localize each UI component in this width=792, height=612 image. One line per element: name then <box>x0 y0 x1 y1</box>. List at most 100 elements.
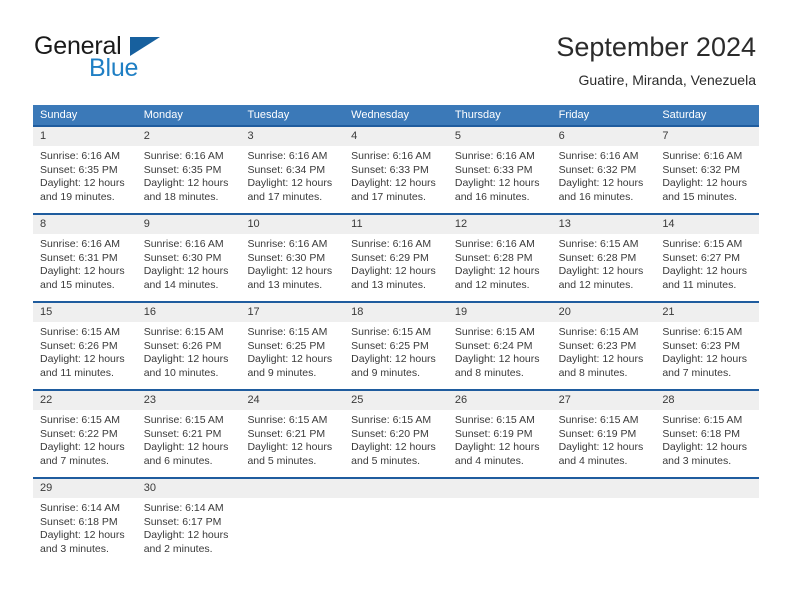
sunset-text: Sunset: 6:25 PM <box>247 339 326 352</box>
day-details: Sunrise: 6:15 AM Sunset: 6:26 PM Dayligh… <box>33 322 137 379</box>
day-number: 23 <box>136 391 241 410</box>
day-number: 26 <box>447 391 552 410</box>
day-details: Sunrise: 6:15 AM Sunset: 6:21 PM Dayligh… <box>137 410 241 467</box>
daylight-text-line2: and 16 minutes. <box>454 190 530 203</box>
day-number: 25 <box>344 391 448 410</box>
daylight-text-line1: Daylight: 12 hours <box>40 353 125 366</box>
day-details: Sunrise: 6:15 AM Sunset: 6:18 PM Dayligh… <box>655 410 759 467</box>
day-cell[interactable]: 27 Sunrise: 6:15 AM Sunset: 6:19 PM Dayl… <box>551 391 656 467</box>
weekday-thursday: Thursday <box>454 109 501 121</box>
general-blue-logo[interactable]: General Blue <box>34 32 234 88</box>
sunset-text: Sunset: 6:25 PM <box>351 339 429 352</box>
sunrise-text: Sunrise: 6:16 AM <box>662 150 743 162</box>
day-number: 3 <box>240 127 345 146</box>
day-details: Sunrise: 6:15 AM Sunset: 6:23 PM Dayligh… <box>655 322 759 379</box>
daylight-text-line1: Daylight: 12 hours <box>351 265 436 278</box>
day-cell[interactable]: 25 Sunrise: 6:15 AM Sunset: 6:20 PM Dayl… <box>344 391 448 467</box>
daylight-text-line2: and 11 minutes. <box>40 366 114 379</box>
day-cell[interactable]: 28 Sunrise: 6:15 AM Sunset: 6:18 PM Dayl… <box>655 391 760 467</box>
day-number <box>655 479 760 498</box>
day-cell[interactable]: 1 Sunrise: 6:16 AM Sunset: 6:35 PM Dayli… <box>33 127 137 203</box>
day-number: 21 <box>655 303 760 322</box>
daylight-text-line1: Daylight: 12 hours <box>662 265 747 278</box>
sunset-text: Sunset: 6:19 PM <box>558 427 637 440</box>
day-details: Sunrise: 6:16 AM Sunset: 6:29 PM Dayligh… <box>344 234 448 291</box>
sunset-text: Sunset: 6:28 PM <box>454 251 533 264</box>
day-cell[interactable]: 23 Sunrise: 6:15 AM Sunset: 6:21 PM Dayl… <box>136 391 241 467</box>
day-cell-empty <box>240 479 345 553</box>
day-number: 13 <box>551 215 656 234</box>
week-row: 8 Sunrise: 6:16 AM Sunset: 6:31 PM Dayli… <box>33 213 760 291</box>
day-number: 2 <box>136 127 241 146</box>
day-cell[interactable]: 18 Sunrise: 6:15 AM Sunset: 6:25 PM Dayl… <box>344 303 448 379</box>
day-cell[interactable]: 22 Sunrise: 6:15 AM Sunset: 6:22 PM Dayl… <box>33 391 137 467</box>
sunset-text: Sunset: 6:32 PM <box>558 163 637 176</box>
day-cell[interactable]: 29 Sunrise: 6:14 AM Sunset: 6:18 PM Dayl… <box>33 479 137 555</box>
day-cell[interactable]: 4 Sunrise: 6:16 AM Sunset: 6:33 PM Dayli… <box>344 127 448 203</box>
day-cell[interactable]: 12 Sunrise: 6:16 AM Sunset: 6:28 PM Dayl… <box>447 215 552 291</box>
day-cell[interactable]: 26 Sunrise: 6:15 AM Sunset: 6:19 PM Dayl… <box>447 391 552 467</box>
day-cell[interactable]: 14 Sunrise: 6:15 AM Sunset: 6:27 PM Dayl… <box>655 215 760 291</box>
day-cell[interactable]: 24 Sunrise: 6:15 AM Sunset: 6:21 PM Dayl… <box>240 391 345 467</box>
day-cell[interactable]: 20 Sunrise: 6:15 AM Sunset: 6:23 PM Dayl… <box>551 303 656 379</box>
sunset-text: Sunset: 6:26 PM <box>143 339 222 352</box>
daylight-text-line2: and 18 minutes. <box>143 190 219 203</box>
day-cell[interactable]: 3 Sunrise: 6:16 AM Sunset: 6:34 PM Dayli… <box>240 127 345 203</box>
daylight-text-line1: Daylight: 12 hours <box>351 177 436 190</box>
day-details: Sunrise: 6:16 AM Sunset: 6:32 PM Dayligh… <box>655 146 759 203</box>
day-cell[interactable]: 5 Sunrise: 6:16 AM Sunset: 6:33 PM Dayli… <box>447 127 552 203</box>
sunset-text: Sunset: 6:29 PM <box>351 251 429 264</box>
sunset-text: Sunset: 6:33 PM <box>454 163 533 176</box>
day-cell-empty <box>447 479 552 553</box>
sunrise-text: Sunrise: 6:15 AM <box>558 326 639 338</box>
sunrise-text: Sunrise: 6:15 AM <box>40 414 120 426</box>
sunrise-text: Sunrise: 6:15 AM <box>143 414 224 426</box>
page-title: September 2024 <box>556 32 756 62</box>
day-cell-empty <box>551 479 656 553</box>
day-number: 22 <box>33 391 137 410</box>
week-row: 29 Sunrise: 6:14 AM Sunset: 6:18 PM Dayl… <box>33 477 760 555</box>
sunrise-text: Sunrise: 6:15 AM <box>40 326 120 338</box>
sunset-text: Sunset: 6:26 PM <box>40 339 118 352</box>
day-cell[interactable]: 9 Sunrise: 6:16 AM Sunset: 6:30 PM Dayli… <box>136 215 241 291</box>
day-cell[interactable]: 10 Sunrise: 6:16 AM Sunset: 6:30 PM Dayl… <box>240 215 345 291</box>
day-cell[interactable]: 21 Sunrise: 6:15 AM Sunset: 6:23 PM Dayl… <box>655 303 760 379</box>
day-cell[interactable]: 19 Sunrise: 6:15 AM Sunset: 6:24 PM Dayl… <box>447 303 552 379</box>
sunset-text: Sunset: 6:35 PM <box>143 163 222 176</box>
week-row: 22 Sunrise: 6:15 AM Sunset: 6:22 PM Dayl… <box>33 389 760 467</box>
day-cell[interactable]: 6 Sunrise: 6:16 AM Sunset: 6:32 PM Dayli… <box>551 127 656 203</box>
daylight-text-line2: and 10 minutes. <box>143 366 219 379</box>
sunset-text: Sunset: 6:20 PM <box>351 427 429 440</box>
sunset-text: Sunset: 6:34 PM <box>247 163 326 176</box>
daylight-text-line1: Daylight: 12 hours <box>40 177 125 190</box>
day-cell[interactable]: 8 Sunrise: 6:16 AM Sunset: 6:31 PM Dayli… <box>33 215 137 291</box>
day-details <box>240 498 344 553</box>
sunset-text: Sunset: 6:32 PM <box>662 163 740 176</box>
day-details: Sunrise: 6:15 AM Sunset: 6:24 PM Dayligh… <box>448 322 552 379</box>
day-cell[interactable]: 11 Sunrise: 6:16 AM Sunset: 6:29 PM Dayl… <box>344 215 448 291</box>
sunrise-text: Sunrise: 6:16 AM <box>40 238 120 250</box>
day-number <box>447 479 552 498</box>
day-cell[interactable]: 2 Sunrise: 6:16 AM Sunset: 6:35 PM Dayli… <box>136 127 241 203</box>
sunset-text: Sunset: 6:17 PM <box>143 515 222 528</box>
sunset-text: Sunset: 6:18 PM <box>662 427 740 440</box>
day-cell[interactable]: 13 Sunrise: 6:15 AM Sunset: 6:28 PM Dayl… <box>551 215 656 291</box>
day-number: 29 <box>33 479 137 498</box>
daylight-text-line1: Daylight: 12 hours <box>662 441 747 454</box>
daylight-text-line1: Daylight: 12 hours <box>351 353 436 366</box>
day-cell[interactable]: 7 Sunrise: 6:16 AM Sunset: 6:32 PM Dayli… <box>655 127 760 203</box>
day-number: 30 <box>136 479 241 498</box>
day-number: 10 <box>240 215 345 234</box>
day-cell-empty <box>344 479 448 553</box>
day-cell[interactable]: 30 Sunrise: 6:14 AM Sunset: 6:17 PM Dayl… <box>136 479 241 555</box>
sunrise-text: Sunrise: 6:16 AM <box>454 150 535 162</box>
daylight-text-line2: and 5 minutes. <box>351 454 421 467</box>
day-cell[interactable]: 17 Sunrise: 6:15 AM Sunset: 6:25 PM Dayl… <box>240 303 345 379</box>
day-cell[interactable]: 16 Sunrise: 6:15 AM Sunset: 6:26 PM Dayl… <box>136 303 241 379</box>
daylight-text-line2: and 9 minutes. <box>247 366 317 379</box>
sunrise-text: Sunrise: 6:15 AM <box>454 326 535 338</box>
day-details: Sunrise: 6:16 AM Sunset: 6:35 PM Dayligh… <box>33 146 137 203</box>
day-cell[interactable]: 15 Sunrise: 6:15 AM Sunset: 6:26 PM Dayl… <box>33 303 137 379</box>
daylight-text-line1: Daylight: 12 hours <box>247 441 333 454</box>
daylight-text-line1: Daylight: 12 hours <box>247 177 333 190</box>
